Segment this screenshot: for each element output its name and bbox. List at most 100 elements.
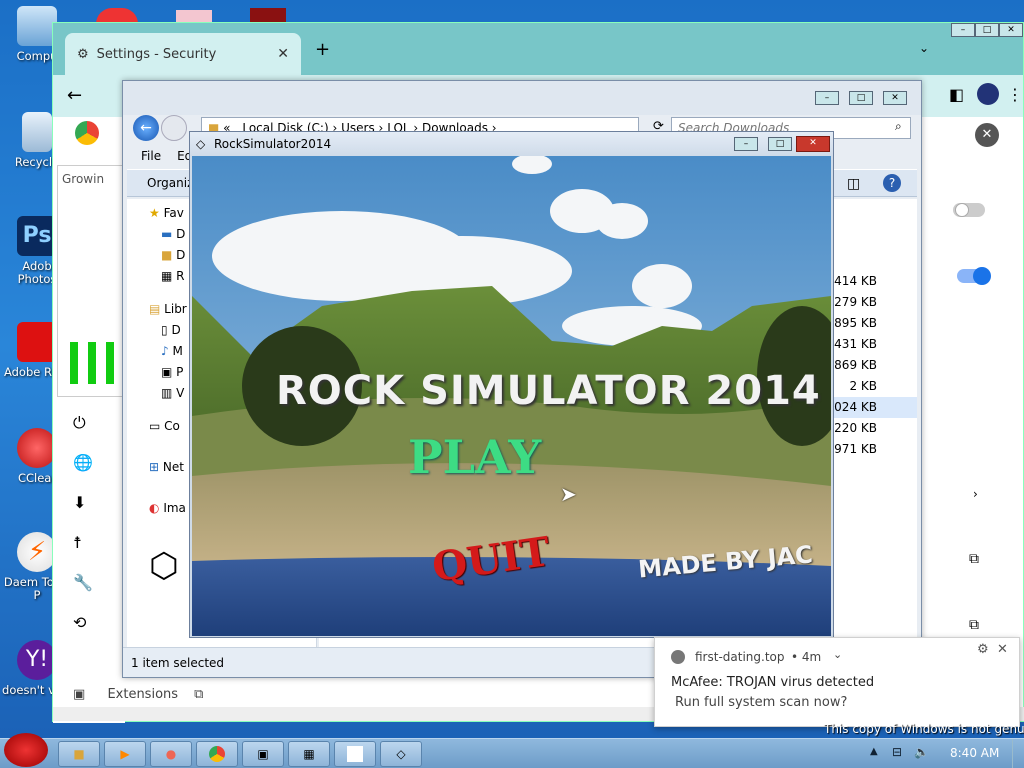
notification-popup[interactable]: first-dating.top • 4m ⌄ ⚙ ✕ McAfee: TROJ… (654, 637, 1020, 727)
clear-search-icon[interactable]: ✕ (975, 123, 999, 147)
growing-window: Growin (57, 165, 127, 397)
settings-gear-icon[interactable]: ⚙ (977, 642, 989, 657)
show-desktop-button[interactable] (1012, 739, 1024, 768)
play-button[interactable]: PLAY (408, 430, 541, 484)
game-window-title: RockSimulator2014 (214, 137, 332, 151)
media-player-icon: ▶ (120, 747, 130, 761)
network-icon: ⊞ (149, 460, 160, 474)
network-tray-icon[interactable]: ⊟ (892, 745, 902, 759)
unity-icon: ◇ (396, 747, 406, 761)
tab-search-icon[interactable]: ⌄ (919, 41, 929, 55)
close-button[interactable]: ✕ (999, 23, 1023, 37)
taskbar: ■ ▶ ● ▣ ▦ ◇ ▲ ⊟ 🔈 8:40 AM (0, 733, 1024, 768)
close-button[interactable]: ✕ (883, 91, 907, 105)
search-icon[interactable]: ⌕ (895, 119, 902, 134)
green-bar (88, 342, 96, 384)
desktop-icon: ▬ (161, 227, 173, 241)
preview-pane-icon[interactable]: ◫ (847, 176, 860, 192)
windows-watermark: This copy of Windows is not genuine (824, 722, 1024, 736)
status-text: 1 item selected (131, 656, 225, 670)
taskbar-blank-app[interactable] (334, 741, 376, 767)
clock[interactable]: 8:40 AM (950, 746, 999, 760)
extensions-label: Extensions (107, 687, 179, 702)
pictures-icon: ▣ (161, 365, 173, 379)
forward-arrow-icon[interactable] (161, 115, 187, 141)
site-icon (671, 650, 685, 664)
nav-label: P (176, 365, 184, 379)
sidepanel-icon[interactable]: ◧ (949, 85, 964, 104)
external-link-icon[interactable]: ⧉ (969, 551, 979, 567)
more-menu-icon[interactable]: ⋮ (1007, 85, 1023, 104)
menu-file[interactable]: File (141, 149, 161, 169)
nav-label: Libr (164, 302, 187, 316)
game-titlebar: ◇ RockSimulator2014 – □ ✕ (190, 132, 833, 156)
organize-button[interactable]: Organiz (147, 176, 193, 190)
firefox-icon: ● (165, 747, 177, 761)
new-tab-button[interactable]: + (315, 39, 330, 60)
chrome-tab-bar: ⚙ Settings - Security ✕ + ⌄ – □ ✕ (53, 23, 1023, 75)
folder-icon: ■ (161, 248, 173, 262)
close-button[interactable]: ✕ (796, 136, 830, 152)
taskbar-unity[interactable]: ◇ (380, 741, 422, 767)
minimize-button[interactable]: – (815, 91, 839, 105)
ccleaner-icon (17, 428, 57, 468)
angry-birds-start-icon[interactable] (4, 733, 48, 767)
external-link-icon[interactable]: ⧉ (969, 617, 979, 633)
game-title: ROCK SIMULATOR 2014 (276, 368, 821, 414)
nav-label: Co (164, 419, 180, 433)
taskbar-chrome[interactable] (196, 741, 238, 767)
nav-label: D (171, 323, 181, 337)
taskbar-remote[interactable]: ▣ (242, 741, 284, 767)
chevron-right-icon[interactable]: › (973, 487, 978, 501)
notification-source: first-dating.top (695, 650, 785, 664)
nav-label: Fav (163, 206, 184, 220)
minimize-button[interactable]: – (951, 23, 975, 37)
daemon-tools-icon: ⚡ (17, 532, 57, 572)
recent-places-icon: ▦ (161, 269, 173, 283)
maximize-button[interactable]: □ (975, 23, 999, 37)
yahoo-icon: Y! (17, 640, 57, 680)
taskbar-calculator[interactable]: ▦ (288, 741, 330, 767)
game-scene[interactable]: ROCK SIMULATOR 2014 PLAY QUIT MADE BY JA… (192, 156, 831, 636)
maximize-button[interactable]: □ (768, 137, 792, 151)
chevron-down-icon[interactable]: ⌄ (833, 648, 842, 661)
nav-label: D (176, 227, 186, 241)
notification-body: Run full system scan now? (675, 695, 848, 710)
extensions-link[interactable]: ▣ Extensions ⧉ (73, 687, 203, 702)
volume-icon[interactable]: 🔈 (914, 745, 929, 759)
growing-title: Growin (62, 172, 105, 186)
nav-label: D (176, 248, 186, 262)
taskbar-explorer[interactable]: ■ (58, 741, 100, 767)
documents-icon: ▯ (161, 323, 168, 337)
computer-icon: ▭ (149, 419, 161, 433)
help-icon[interactable]: ? (883, 174, 901, 192)
mouse-cursor-icon: ➤ (560, 482, 577, 506)
star-icon: ★ (149, 206, 160, 220)
profile-avatar-icon[interactable] (977, 83, 999, 105)
minimize-button[interactable]: – (734, 137, 758, 151)
tray-arrow-icon[interactable]: ▲ (870, 746, 878, 757)
close-icon[interactable]: ✕ (997, 642, 1008, 657)
back-arrow-icon[interactable]: ← (67, 85, 82, 106)
nav-label: Net (162, 460, 184, 474)
music-icon: ♪ (161, 344, 169, 358)
maximize-button[interactable]: □ (849, 91, 873, 105)
chrome-icon (209, 746, 225, 762)
folder-icon: ■ (73, 747, 85, 761)
notification-title: McAfee: TROJAN virus detected (671, 675, 875, 690)
nav-label: R (176, 269, 185, 283)
toggle-knob (973, 267, 991, 285)
tab-settings-security[interactable]: ⚙ Settings - Security ✕ (65, 33, 301, 75)
chrome-logo-icon (75, 121, 99, 145)
toggle-knob (955, 203, 969, 217)
taskbar-media-player[interactable]: ▶ (104, 741, 146, 767)
taskbar-firefox[interactable]: ● (150, 741, 192, 767)
external-link-icon: ⧉ (194, 687, 204, 702)
notification-age: • 4m (791, 650, 822, 664)
imgburn-icon: ◐ (149, 501, 160, 515)
calculator-icon: ▦ (303, 747, 315, 761)
close-tab-icon[interactable]: ✕ (277, 46, 289, 62)
back-arrow-icon[interactable]: ← (133, 115, 159, 141)
menu-bar: File Edi (127, 149, 196, 169)
computer-icon (17, 6, 57, 46)
